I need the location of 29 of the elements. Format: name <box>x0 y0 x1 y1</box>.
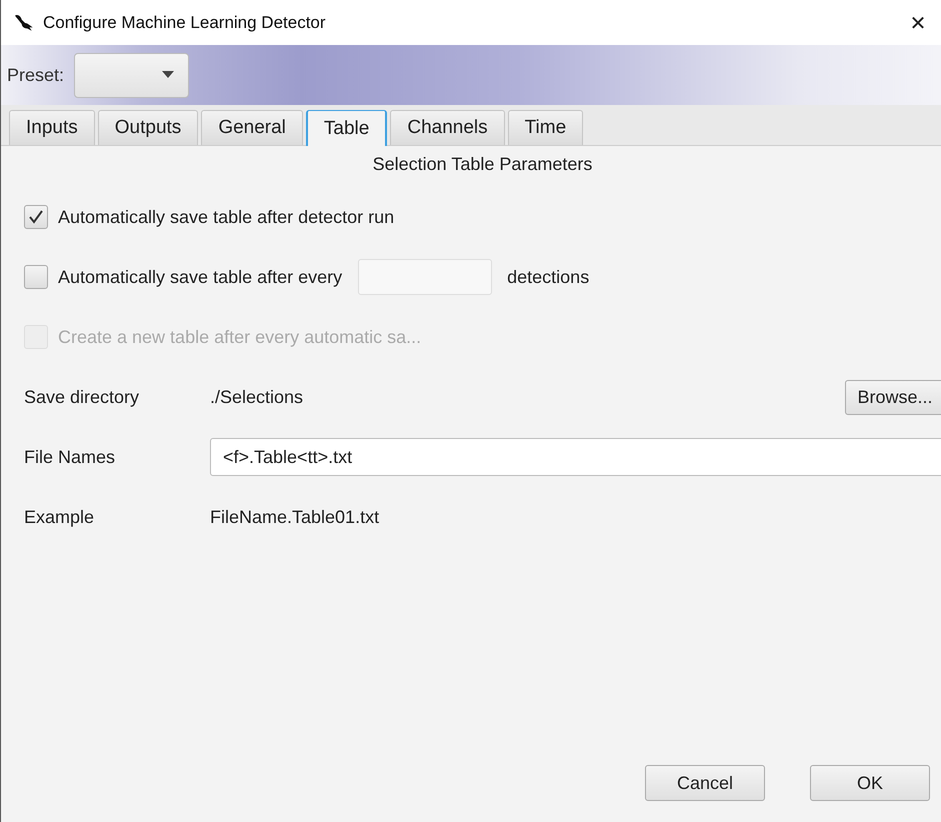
close-button[interactable]: ✕ <box>895 0 941 45</box>
checkbox-label: Create a new table after every automatic sa... <box>58 326 422 348</box>
tab[interactable]: Outputs <box>98 110 198 145</box>
tab[interactable]: Time <box>508 110 584 145</box>
browse-button[interactable]: Browse... <box>845 380 941 414</box>
preset-dropdown[interactable] <box>74 52 190 98</box>
field-label: File Names <box>24 446 116 468</box>
caret-icon <box>162 71 174 79</box>
preset-label: Preset: <box>7 64 64 86</box>
section-title: Selection Table Parameters <box>372 154 594 175</box>
field-label: Save directory <box>24 386 140 408</box>
example-value: FileName.Table01.txt <box>210 506 380 528</box>
field-label: Example <box>24 506 96 528</box>
directory-value: ./Selections <box>210 386 304 408</box>
tab[interactable]: Channels <box>390 110 505 145</box>
tab[interactable]: Table <box>306 110 388 146</box>
suffix-label: detections <box>507 266 590 288</box>
checkbox[interactable] <box>24 205 48 229</box>
dialog-button[interactable]: Cancel <box>645 765 765 801</box>
count-field[interactable] <box>358 259 492 295</box>
window-title: Configure Machine Learning Detector <box>43 12 327 32</box>
file-names-field[interactable]: <f>.Table<tt>.txt <box>210 438 941 476</box>
checkbox-label: Automatically save table after detector run <box>58 206 394 228</box>
checkbox[interactable] <box>24 265 48 289</box>
tab[interactable]: General <box>201 110 303 145</box>
checkbox-label: Automatically save table after every <box>58 266 342 288</box>
dialog-button[interactable]: OK <box>810 765 930 801</box>
check-icon <box>28 210 44 224</box>
tab[interactable]: Inputs <box>9 110 95 145</box>
